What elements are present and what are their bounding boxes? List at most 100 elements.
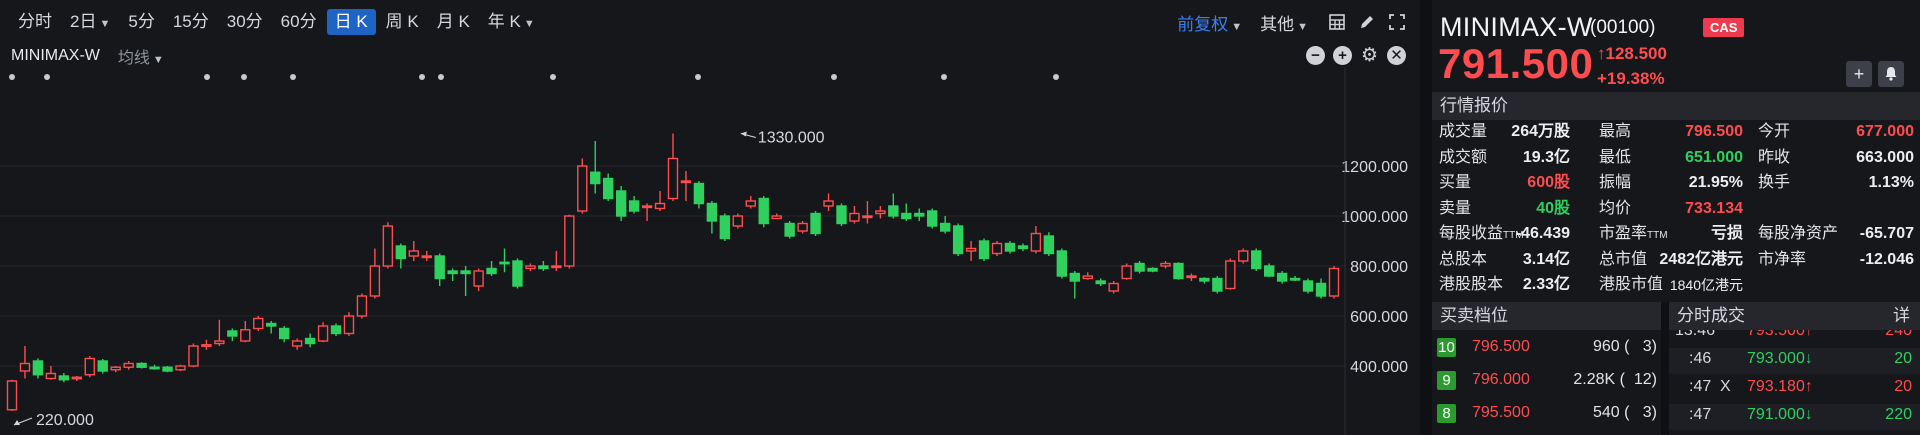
event-marker-dot[interactable]	[831, 74, 837, 80]
add-watchlist-button[interactable]: +	[1846, 61, 1872, 87]
trade-time: :47	[1689, 378, 1712, 395]
stat-value: 亏损	[1710, 225, 1743, 242]
stat-value: 651.000	[1685, 148, 1743, 166]
timeframe-tab[interactable]: 日 K	[326, 9, 376, 35]
grid-layout-icon[interactable]	[1324, 9, 1350, 35]
stat-value: 1840亿港元	[1669, 277, 1743, 293]
stat-label-text: 最低	[1599, 148, 1632, 166]
event-marker-dot[interactable]	[1053, 74, 1059, 80]
event-marker-dot[interactable]	[204, 74, 210, 80]
event-marker-dot[interactable]	[9, 74, 15, 80]
candlestick-chart[interactable]: 1200.000 1000.000 800.000 600.000 400.000 133…	[0, 68, 1420, 435]
event-marker-dot[interactable]	[44, 74, 50, 80]
close-icon[interactable]: ✕	[1387, 46, 1406, 65]
candle-body	[84, 357, 95, 376]
stat-label-text: 港股市值	[1599, 276, 1664, 293]
event-marker-dot[interactable]	[695, 74, 701, 80]
stat-label-text: 买量	[1439, 174, 1472, 191]
stat-label-text: 总市值	[1599, 250, 1648, 268]
trade-time: :47	[1689, 406, 1712, 423]
event-marker-dot[interactable]	[419, 74, 425, 80]
timeframe-tab[interactable]: 月 K	[429, 9, 478, 35]
stat-value: 21.95%	[1688, 174, 1743, 191]
stat-label: 成交量	[1439, 121, 1487, 143]
annotation-arrowhead	[740, 131, 747, 137]
candle-body	[1108, 282, 1119, 292]
candle-body	[434, 255, 445, 280]
timeframe-tab[interactable]: 5分	[120, 9, 162, 35]
candle-body	[991, 242, 1003, 255]
candle-body	[1095, 280, 1106, 285]
stat-label-text: 换手	[1758, 174, 1791, 191]
trade-row: :47 X 793.180↑ 20	[1669, 376, 1920, 402]
candle-body	[6, 380, 18, 411]
candle-body	[1082, 275, 1093, 280]
event-marker-dot[interactable]	[241, 74, 247, 80]
timeframe-tab[interactable]: 30分	[219, 9, 271, 35]
candle-body	[901, 212, 912, 220]
candle-body	[382, 225, 394, 267]
candle-body	[965, 247, 977, 252]
indicator-label: 均线	[117, 50, 150, 67]
candle-body	[1225, 260, 1236, 290]
candle-body	[356, 295, 368, 317]
stat-label: 每股净资产	[1758, 223, 1838, 245]
order-book-row[interactable]: 10 796.500 960 ( 3)	[1432, 336, 1661, 358]
timeframe-tab[interactable]: 周 K	[378, 9, 427, 35]
stat-value: -12.046	[1859, 250, 1914, 268]
price-change: ↑128.500	[1597, 44, 1667, 64]
candle-body	[1030, 232, 1042, 252]
stat-value: 733.134	[1685, 199, 1743, 217]
timeframe-label: 日 K	[334, 12, 368, 31]
fullscreen-icon[interactable]	[1384, 9, 1410, 35]
event-marker-dot[interactable]	[438, 74, 444, 80]
timeframe-tab[interactable]: 分时	[10, 9, 60, 35]
trades-title: 分时成交 详	[1669, 302, 1920, 330]
candle-body	[343, 315, 355, 335]
pen-draw-icon[interactable]	[1354, 9, 1380, 35]
candle-body	[862, 215, 873, 219]
market-section-title: 行情报价	[1432, 92, 1920, 120]
candle-body	[1160, 262, 1171, 267]
timeframe-tab[interactable]: 年 K ▼	[480, 9, 543, 35]
bell-icon	[1885, 67, 1897, 81]
candle-body	[745, 200, 756, 207]
candle-body	[45, 372, 57, 380]
stat-label: 换手	[1758, 172, 1790, 194]
stat-label: 总股本	[1439, 249, 1487, 271]
event-marker-dot[interactable]	[290, 74, 296, 80]
zoom-in-icon[interactable]: +	[1333, 46, 1352, 65]
candle-body	[512, 260, 523, 287]
order-book-row[interactable]: 8 795.500 540 ( 3)	[1432, 402, 1661, 424]
candle-body	[849, 212, 860, 222]
trades-list: 13:46 793.500↑ 240:46 793.000↓ 20:47 X 793.180…	[1669, 330, 1920, 435]
event-marker-dot[interactable]	[941, 74, 947, 80]
event-marker-dot[interactable]	[550, 74, 556, 80]
candle-body	[240, 329, 251, 342]
candle-body	[1056, 250, 1068, 277]
stats-row: 成交额 19.3亿 最低 651.000 昨收 663.000	[1432, 147, 1920, 169]
timeframe-tab[interactable]: 15分	[165, 9, 217, 35]
timeframe-tab[interactable]: 2日 ▼	[62, 9, 118, 35]
timeframe-tab[interactable]: 60分	[273, 9, 325, 35]
order-price: 795.500	[1472, 404, 1530, 421]
candle-body	[602, 177, 614, 200]
trades-title-label: 分时成交	[1677, 306, 1745, 325]
order-book-row[interactable]: 9 796.000 2.28K ( 12)	[1432, 369, 1661, 391]
candle-body	[1134, 262, 1145, 272]
adjust-select[interactable]: 前复权 ▼	[1177, 10, 1242, 35]
ttm-suffix: TTM	[1647, 230, 1668, 241]
settings-icon[interactable]: ⚙	[1360, 46, 1379, 65]
stat-label: 港股市值	[1599, 274, 1663, 296]
trade-volume: 20	[1894, 378, 1912, 395]
trades-detail-button[interactable]: 详	[1893, 302, 1910, 330]
candle-body	[551, 265, 562, 269]
order-book-title: 买卖档位	[1432, 302, 1661, 330]
zoom-out-icon[interactable]: −	[1306, 46, 1325, 65]
indicator-select[interactable]: 均线 ▼	[118, 44, 164, 68]
candle-body	[952, 225, 964, 255]
stats-row: 成交量 264万股 最高 796.500 今开 677.000	[1432, 121, 1920, 143]
other-select[interactable]: 其他 ▼	[1260, 10, 1308, 35]
price-alert-button[interactable]	[1878, 61, 1904, 87]
min-price-label: 220.000	[36, 412, 94, 429]
